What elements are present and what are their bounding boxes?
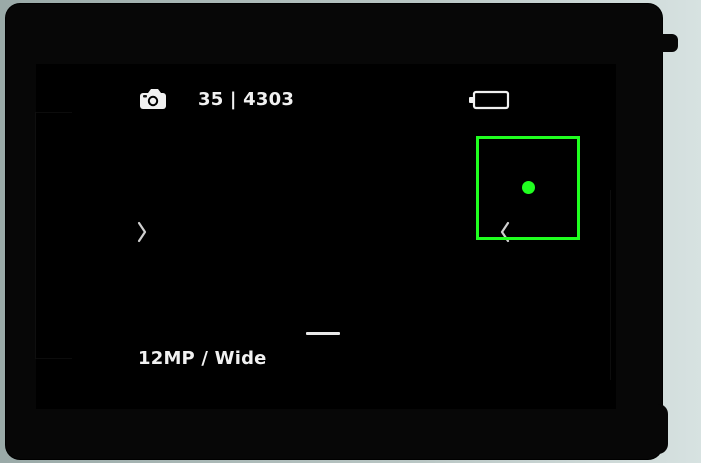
screen-edge-left bbox=[35, 112, 72, 359]
device-notch-top bbox=[656, 34, 678, 52]
capture-settings-label[interactable]: 12MP / Wide bbox=[138, 348, 267, 369]
camera-icon[interactable] bbox=[136, 86, 170, 112]
page-indicator bbox=[306, 332, 340, 335]
screen-edge-right bbox=[600, 190, 611, 380]
chevron-left-button[interactable] bbox=[134, 217, 150, 247]
device-notch-bottom bbox=[654, 404, 668, 454]
chevron-left-icon bbox=[137, 221, 147, 243]
status-bar: 35 | 4303 bbox=[136, 86, 294, 112]
focus-point bbox=[522, 181, 535, 194]
battery-icon bbox=[468, 89, 510, 111]
shot-counter: 35 | 4303 bbox=[198, 88, 295, 110]
